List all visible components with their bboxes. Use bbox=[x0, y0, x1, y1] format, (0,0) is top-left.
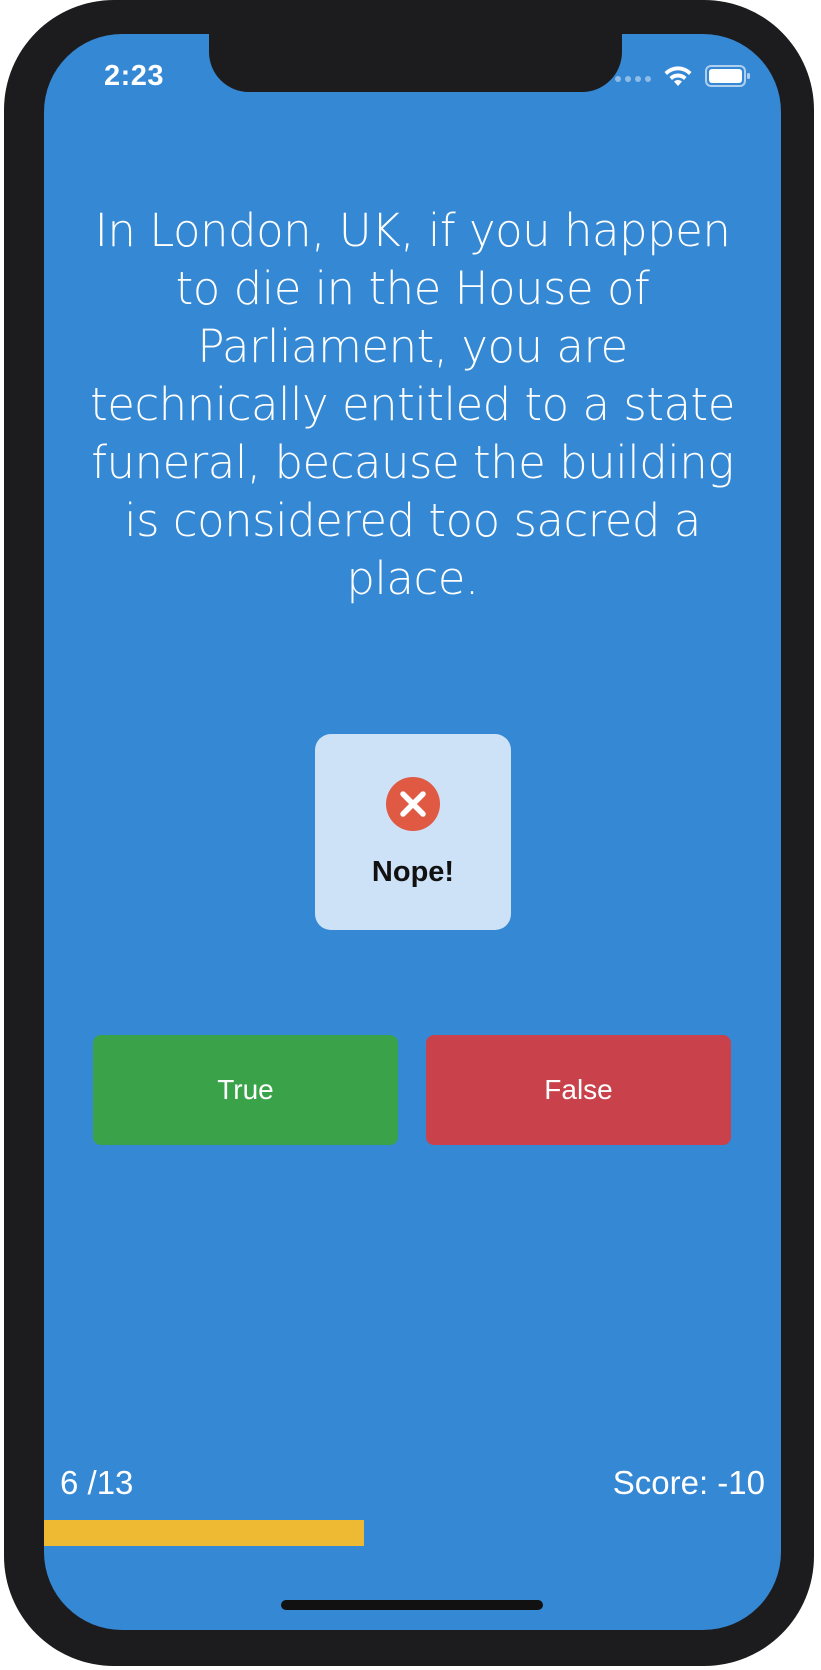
score-label: Score: -10 bbox=[612, 1464, 765, 1501]
wifi-icon bbox=[663, 64, 693, 93]
question-text: In London, UK, if you happen to die in t… bbox=[90, 204, 735, 605]
device-notch bbox=[209, 34, 622, 92]
phone-frame: 2:23 In London, UK, if you happen to die… bbox=[4, 0, 814, 1666]
feedback-hud: Nope! bbox=[315, 734, 511, 930]
progress-bar-fill bbox=[44, 1520, 364, 1546]
cellular-dots-icon bbox=[615, 75, 651, 82]
status-icons bbox=[615, 64, 751, 93]
true-button[interactable]: True bbox=[93, 1035, 398, 1145]
error-x-circle-icon bbox=[386, 777, 440, 831]
home-indicator[interactable] bbox=[281, 1600, 543, 1610]
battery-icon bbox=[705, 64, 751, 93]
progress-bar bbox=[44, 1520, 781, 1546]
app-screen: 2:23 In London, UK, if you happen to die… bbox=[44, 34, 781, 1630]
false-button[interactable]: False bbox=[426, 1035, 731, 1145]
feedback-label: Nope! bbox=[371, 856, 455, 888]
status-time: 2:23 bbox=[104, 60, 165, 92]
question-progress-label: 6 /13 bbox=[60, 1464, 134, 1501]
